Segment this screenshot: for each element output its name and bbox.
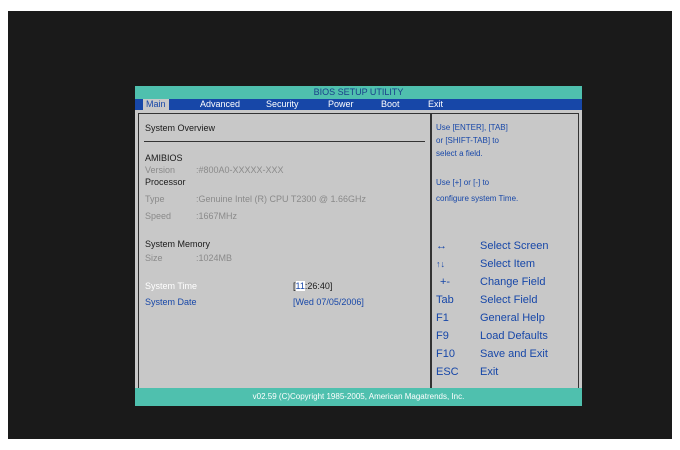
processor-speed-label: Speed (145, 211, 172, 221)
menu-bar: Main Advanced Security Power Boot Exit (135, 99, 582, 110)
tab-main[interactable]: Main (143, 99, 169, 110)
memory-size-value: :1024MB (196, 253, 233, 263)
bios-window: BIOS SETUP UTILITY Main Advanced Securit… (135, 86, 582, 406)
help-line-3: select a field. (436, 149, 483, 158)
help-line-5: configure system Time. (436, 194, 519, 203)
memory-size-label: Size (145, 253, 163, 263)
key-desc-general-help: General Help (480, 312, 545, 324)
key-desc-select-screen: Select Screen (480, 240, 549, 252)
tab-power[interactable]: Power (325, 99, 357, 110)
tab-boot[interactable]: Boot (378, 99, 403, 110)
key-desc-select-field: Select Field (480, 294, 538, 306)
help-panel: Use [ENTER], [TAB] or [SHIFT-TAB] to sel… (431, 113, 579, 391)
copyright-footer: v02.59 (C)Copyright 1985-2005, American … (135, 388, 582, 406)
tab-security[interactable]: Security (263, 99, 302, 110)
system-date-field[interactable]: [Wed 07/05/2006] (293, 297, 364, 308)
overview-divider (144, 141, 425, 142)
key-desc-change-field: Change Field (480, 276, 546, 288)
amibios-heading: AMIBIOS (145, 153, 183, 163)
time-hour-field[interactable]: 11 (295, 281, 305, 291)
processor-speed-value: :1667MHz (196, 211, 238, 221)
system-date-label[interactable]: System Date (145, 297, 197, 308)
system-time-field[interactable]: [11:26:40] (293, 281, 332, 292)
window-title: BIOS SETUP UTILITY (135, 86, 582, 99)
tab-exit[interactable]: Exit (425, 99, 446, 110)
screen-frame: BIOS SETUP UTILITY Main Advanced Securit… (8, 11, 672, 439)
time-rest[interactable]: :26:40] (305, 281, 333, 291)
key-tab: Tab (436, 294, 454, 306)
version-label: Version (145, 165, 176, 175)
key-f10: F10 (436, 348, 455, 360)
help-line-4: Use [+] or [-] to (436, 178, 490, 187)
key-desc-load-defaults: Load Defaults (480, 330, 548, 342)
memory-heading: System Memory (145, 239, 211, 249)
left-right-arrows-icon: ↔ (436, 240, 447, 252)
key-desc-save-and-exit: Save and Exit (480, 348, 548, 360)
system-time-label[interactable]: System Time (145, 281, 197, 292)
main-panel: System Overview AMIBIOS Version :#800A0-… (138, 113, 431, 391)
tab-advanced[interactable]: Advanced (197, 99, 243, 110)
key-desc-select-item: Select Item (480, 258, 536, 270)
processor-heading: Processor (145, 177, 186, 187)
up-down-arrows-icon: ↑↓ (436, 259, 445, 269)
help-line-2: or [SHIFT-TAB] to (436, 136, 499, 145)
key-f9: F9 (436, 330, 449, 342)
help-line-1: Use [ENTER], [TAB] (436, 123, 508, 132)
key-f1: F1 (436, 312, 449, 324)
key-plus-minus: +- (440, 276, 451, 288)
key-desc-exit: Exit (480, 366, 499, 378)
processor-type-label: Type (145, 194, 165, 204)
overview-title: System Overview (145, 123, 216, 133)
processor-type-value: :Genuine Intel (R) CPU T2300 @ 1.66GHz (196, 194, 367, 204)
version-value: :#800A0-XXXXX-XXX (196, 165, 284, 175)
key-esc: ESC (436, 366, 459, 378)
